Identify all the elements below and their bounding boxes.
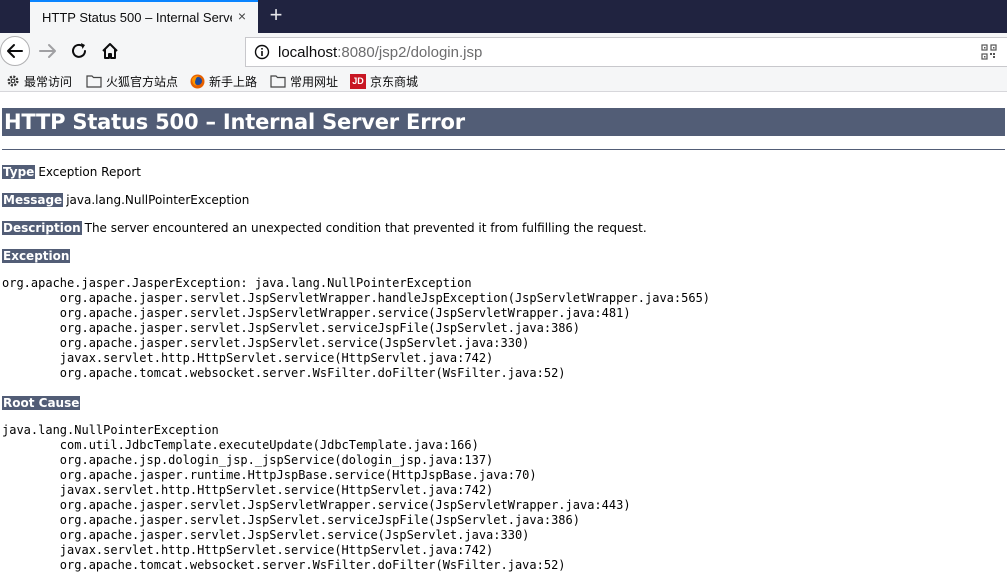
divider — [2, 149, 1005, 150]
tab-title: HTTP Status 500 – Internal Server Error — [42, 10, 232, 25]
firefox-icon — [190, 74, 205, 88]
bookmark-firefox-official[interactable]: 火狐官方站点 — [86, 72, 178, 90]
forward-button[interactable] — [33, 36, 63, 66]
tab-active[interactable]: HTTP Status 500 – Internal Server Error … — [30, 0, 258, 33]
message-label: Message — [2, 193, 64, 207]
description-label: Description — [2, 221, 82, 235]
description-value: The server encountered an unexpected con… — [84, 221, 647, 235]
root-cause-stack-trace: java.lang.NullPointerException com.util.… — [2, 423, 631, 572]
bookmark-jd-mall[interactable]: JD 京东商城 — [350, 72, 418, 90]
exception-row: Exception — [2, 247, 71, 265]
exception-stack-trace: org.apache.jasper.JasperException: java.… — [2, 276, 711, 380]
bookmark-common-sites[interactable]: 常用网址 — [270, 72, 338, 90]
qr-code-icon[interactable] — [981, 44, 997, 60]
home-icon — [102, 43, 118, 59]
new-tab-button[interactable]: + — [265, 4, 287, 26]
message-row: Message java.lang.NullPointerException — [2, 191, 249, 209]
folder-icon — [86, 75, 102, 88]
url-host: localhost — [278, 44, 338, 61]
close-icon[interactable]: × — [234, 8, 250, 24]
bookmark-label: 京东商城 — [370, 74, 419, 89]
description-row: Description The server encountered an une… — [2, 219, 647, 237]
reload-icon — [72, 43, 86, 58]
url-path: :8080/jsp2/dologin.jsp — [337, 44, 483, 61]
bookmark-label: 新手上路 — [209, 74, 258, 89]
folder-icon — [270, 75, 286, 88]
message-value: java.lang.NullPointerException — [66, 193, 250, 207]
root-cause-row: Root Cause — [2, 394, 81, 412]
arrow-right-icon — [39, 44, 56, 58]
root-cause-label: Root Cause — [2, 396, 81, 410]
bookmark-label: 常用网址 — [290, 74, 339, 89]
bookmarks-toolbar: 最常访问 火狐官方站点 新手上路 常用网址 JD 京东商城 — [0, 70, 1007, 92]
tab-strip: HTTP Status 500 – Internal Server Error … — [0, 0, 1007, 33]
gear-icon — [7, 75, 19, 87]
reload-button[interactable] — [64, 36, 94, 66]
url-text[interactable]: localhost:8080/jsp2/dologin.jsp — [278, 44, 482, 61]
bookmark-label: 火狐官方站点 — [106, 74, 179, 89]
page-title: HTTP Status 500 – Internal Server Error — [2, 108, 1005, 136]
type-row: Type Exception Report — [2, 163, 141, 181]
navigation-toolbar: localhost:8080/jsp2/dologin.jsp — [0, 33, 1007, 70]
bookmark-most-visited[interactable]: 最常访问 — [6, 72, 72, 90]
type-label: Type — [2, 165, 36, 179]
info-icon[interactable] — [254, 44, 270, 60]
back-button[interactable] — [0, 36, 30, 66]
address-bar[interactable]: localhost:8080/jsp2/dologin.jsp — [245, 37, 1007, 67]
type-value: Exception Report — [38, 165, 141, 179]
exception-label: Exception — [2, 249, 71, 263]
arrow-left-icon — [7, 44, 23, 58]
bookmark-label: 最常访问 — [24, 74, 73, 89]
jd-icon: JD — [350, 73, 366, 89]
page-content: HTTP Status 500 – Internal Server Error … — [0, 92, 1007, 577]
home-button[interactable] — [95, 36, 125, 66]
bookmark-getting-started[interactable]: 新手上路 — [190, 72, 257, 90]
